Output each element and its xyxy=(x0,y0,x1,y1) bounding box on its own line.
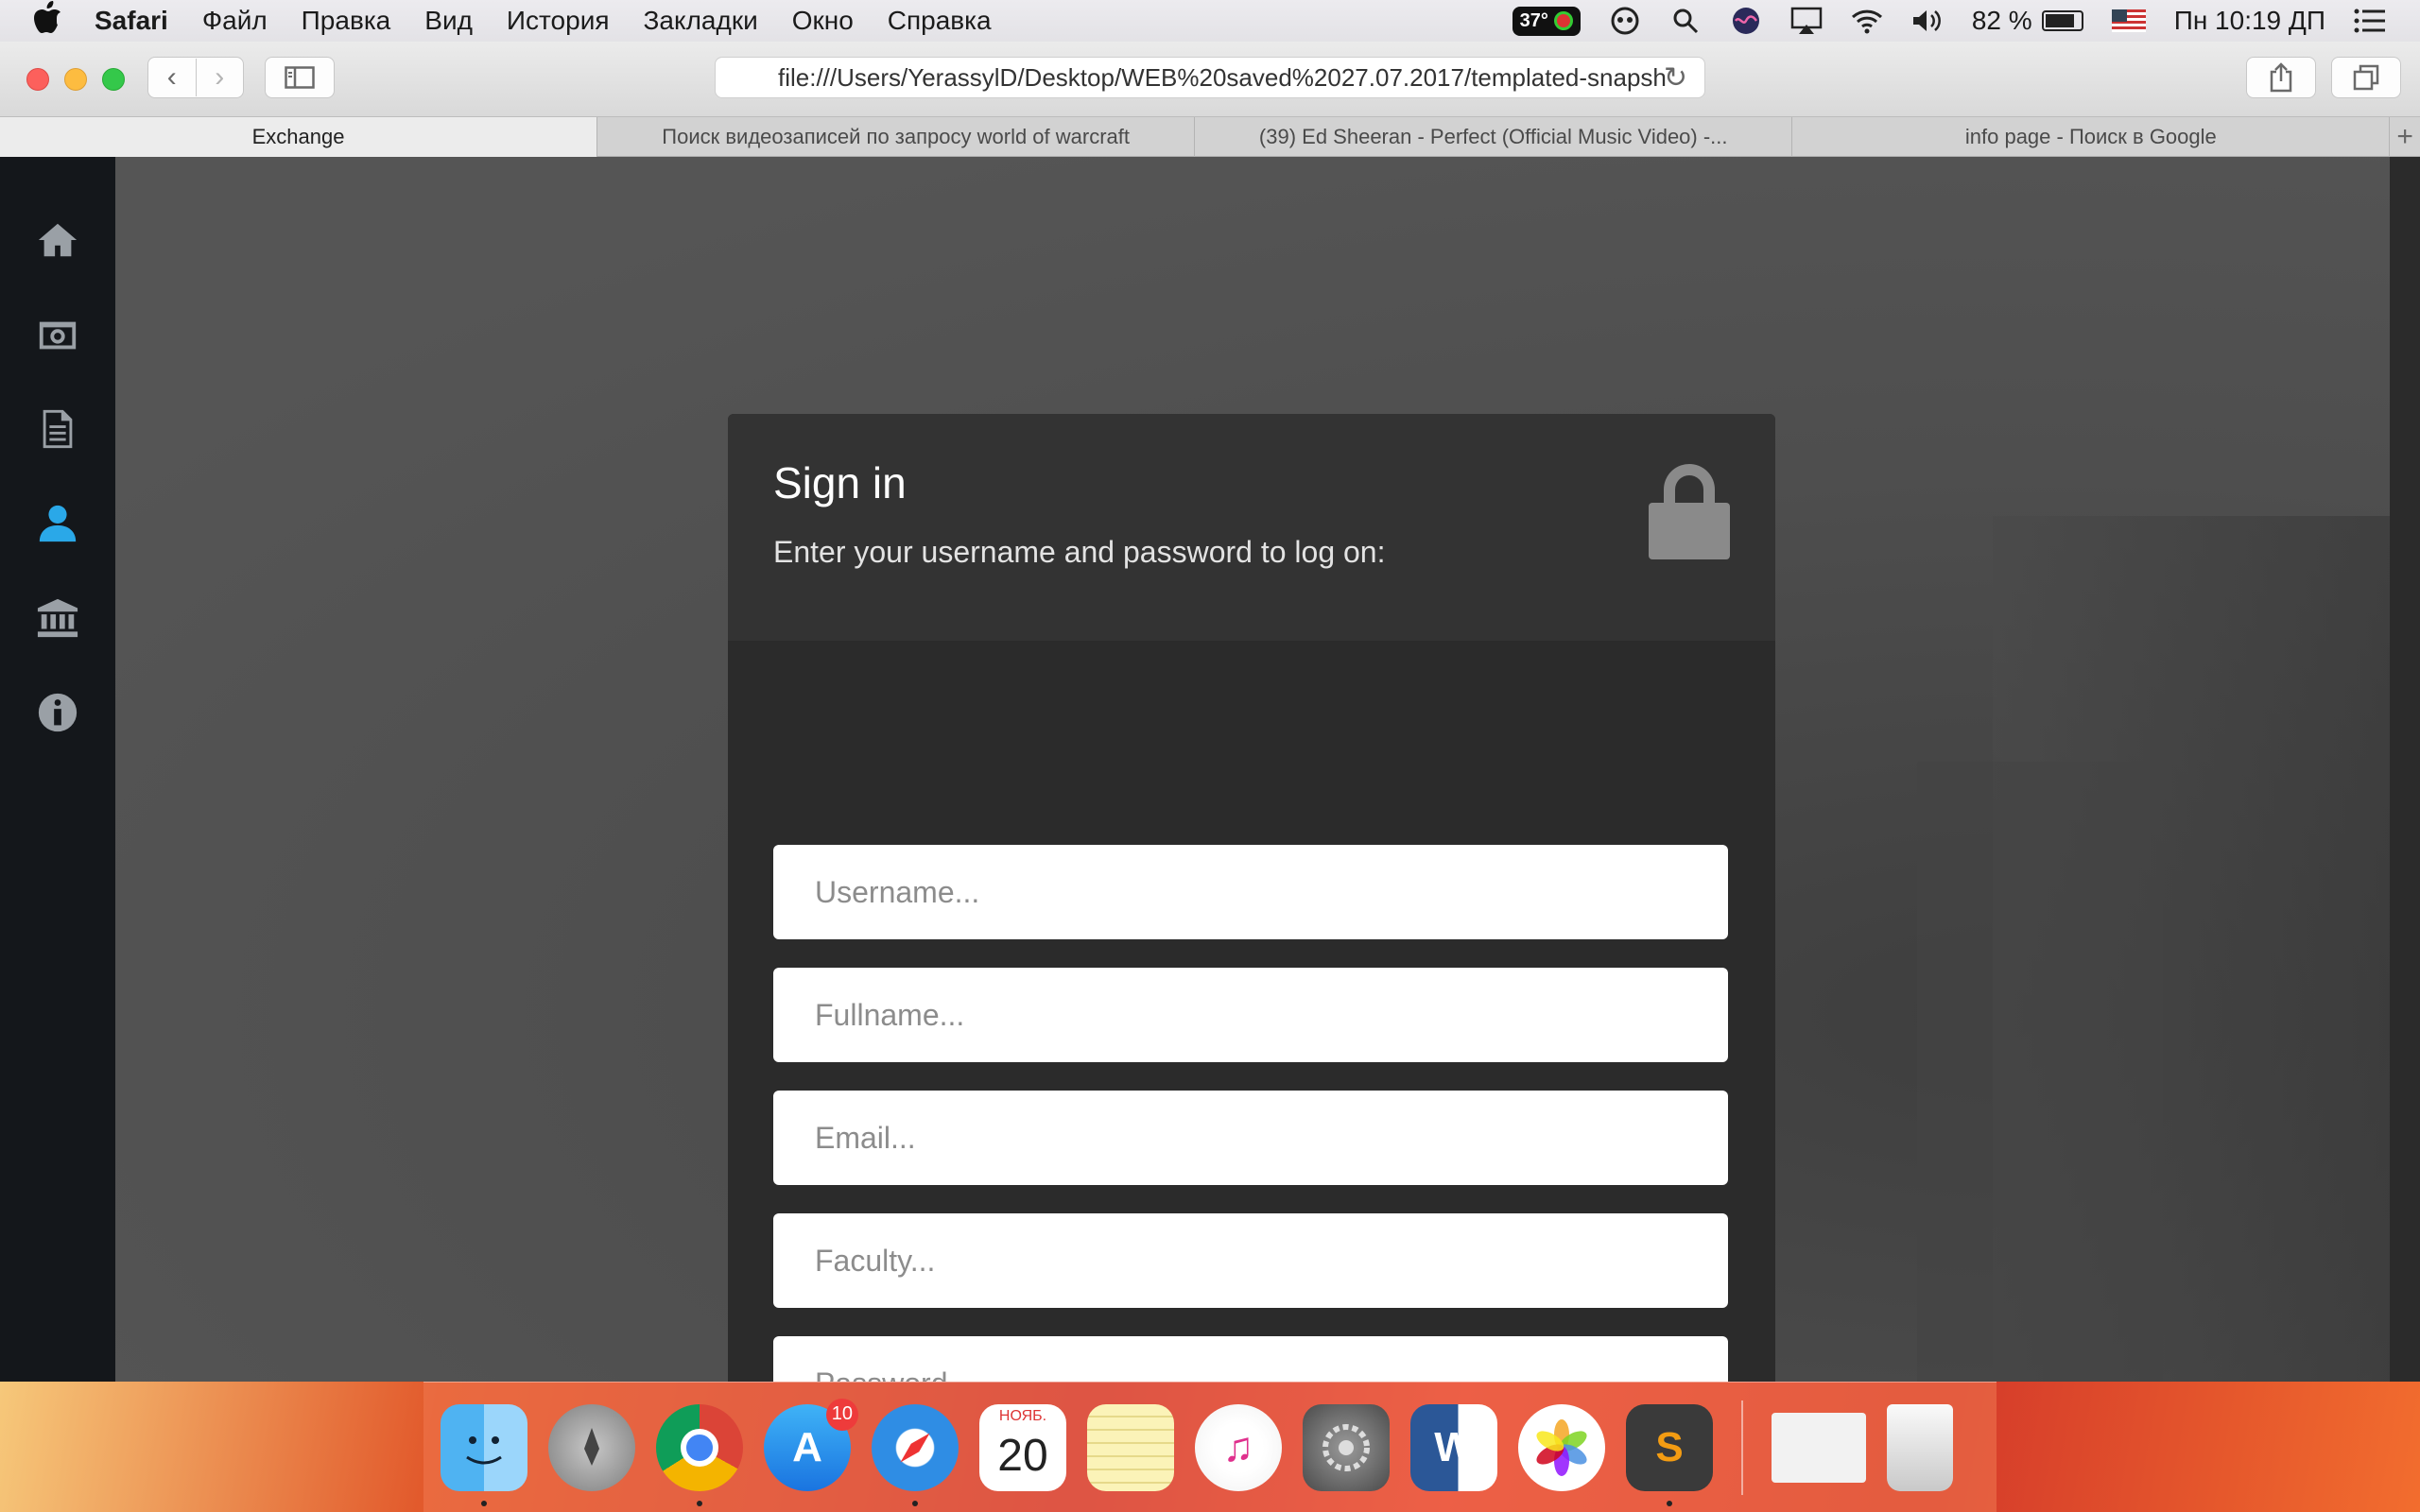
tabs-overview-icon xyxy=(2353,64,2379,91)
wifi-icon[interactable] xyxy=(1851,5,1883,37)
tab-bar: Exchange Поиск видеозаписей по запросу w… xyxy=(0,117,2420,157)
word-icon[interactable]: W xyxy=(1410,1403,1497,1491)
reload-icon[interactable]: ↻ xyxy=(1664,61,1687,94)
temperature-value: 37° xyxy=(1519,9,1548,31)
menu-window[interactable]: Окно xyxy=(792,6,854,36)
spotlight-search-icon[interactable] xyxy=(1669,5,1702,37)
password-input[interactable] xyxy=(773,1336,1728,1382)
info-icon xyxy=(38,693,78,732)
calendar-icon[interactable]: НОЯБ. 20 xyxy=(979,1403,1066,1491)
menu-file[interactable]: Файл xyxy=(202,6,268,36)
input-source-flag-icon[interactable] xyxy=(2111,9,2146,32)
menu-bookmarks[interactable]: Закладки xyxy=(644,6,758,36)
tab-exchange[interactable]: Exchange xyxy=(0,117,598,157)
share-button[interactable] xyxy=(2246,57,2316,98)
tab-ed-sheeran[interactable]: (39) Ed Sheeran - Perfect (Official Musi… xyxy=(1195,117,1793,157)
new-tab-button[interactable]: + xyxy=(2390,117,2420,156)
notes-icon[interactable] xyxy=(1087,1403,1174,1491)
battery-percent: 82 % xyxy=(1971,6,2032,35)
menu-history[interactable]: История xyxy=(507,6,610,36)
nav-item-home[interactable] xyxy=(0,193,115,287)
trash-icon[interactable] xyxy=(1887,1403,1953,1491)
faculty-input[interactable] xyxy=(773,1213,1728,1308)
siri-icon[interactable] xyxy=(1730,5,1762,37)
username-input[interactable] xyxy=(773,845,1728,939)
home-icon xyxy=(38,223,78,257)
safari-icon[interactable] xyxy=(872,1403,959,1506)
show-sidebar-button[interactable] xyxy=(265,57,335,98)
email-input[interactable] xyxy=(773,1091,1728,1185)
signin-subtitle: Enter your username and password to log … xyxy=(773,535,1386,569)
close-window-button[interactable] xyxy=(26,68,49,91)
itunes-icon[interactable]: ♫ xyxy=(1195,1403,1282,1491)
launchpad-icon[interactable] xyxy=(548,1403,635,1491)
finder-icon[interactable] xyxy=(441,1403,527,1506)
minimize-window-button[interactable] xyxy=(64,68,87,91)
menu-bar: Safari Файл Правка Вид История Закладки … xyxy=(0,0,2420,42)
document-icon xyxy=(43,409,73,449)
notification-center-icon[interactable] xyxy=(2354,5,2386,37)
background-building-image-secondary xyxy=(1917,762,2163,1382)
status-dot-icon xyxy=(1553,11,1573,30)
chrome-icon[interactable] xyxy=(656,1403,743,1506)
sublime-text-icon[interactable]: S xyxy=(1626,1403,1713,1506)
airplay-icon[interactable] xyxy=(1790,5,1823,37)
lock-icon xyxy=(1649,464,1730,559)
sidebar-icon xyxy=(285,66,315,89)
menu-view[interactable]: Вид xyxy=(424,6,473,36)
battery-indicator[interactable]: 82 % xyxy=(1972,6,2083,36)
clock[interactable]: Пн 10:19 ДП xyxy=(2174,6,2325,36)
status-area: 37° 82 % Пн 10:19 ДП xyxy=(1512,5,2386,37)
nav-item-info[interactable] xyxy=(0,665,115,760)
signin-card: Sign in Enter your username and password… xyxy=(728,414,1775,1382)
battery-icon xyxy=(2041,10,2083,31)
bank-icon xyxy=(37,598,78,638)
volume-icon[interactable] xyxy=(1911,5,1944,37)
app-store-icon[interactable]: A 10 xyxy=(764,1398,858,1491)
temperature-indicator[interactable]: 37° xyxy=(1512,6,1581,36)
menu-help[interactable]: Справка xyxy=(888,6,992,36)
nav-item-camera[interactable] xyxy=(0,287,115,382)
system-preferences-icon[interactable] xyxy=(1303,1403,1390,1491)
user-icon xyxy=(39,505,77,542)
signin-title: Sign in xyxy=(773,458,907,507)
minimized-window-icon[interactable] xyxy=(1772,1412,1866,1483)
address-bar[interactable]: file:///Users/YerassylD/Desktop/WEB%20sa… xyxy=(715,57,1705,98)
dock-separator xyxy=(1741,1400,1743,1495)
fullscreen-window-button[interactable] xyxy=(102,68,125,91)
navigation-buttons: ‹ › xyxy=(147,57,244,98)
dock: A 10 НОЯБ. 20 ♫ W S xyxy=(424,1382,1996,1512)
vpn-eye-icon[interactable] xyxy=(1609,5,1641,37)
share-icon xyxy=(2270,62,2292,93)
back-button[interactable]: ‹ xyxy=(148,59,197,96)
window-controls xyxy=(26,68,125,91)
nav-item-document[interactable] xyxy=(0,382,115,476)
forward-button[interactable]: › xyxy=(197,59,244,96)
camera-icon xyxy=(39,321,77,350)
nav-item-user[interactable] xyxy=(0,476,115,571)
menu-edit[interactable]: Правка xyxy=(302,6,391,36)
browser-toolbar: ‹ › file:///Users/YerassylD/Desktop/WEB%… xyxy=(0,42,2420,117)
nav-item-bank[interactable] xyxy=(0,571,115,665)
apple-menu-icon[interactable] xyxy=(34,1,76,41)
address-url: file:///Users/YerassylD/Desktop/WEB%20sa… xyxy=(778,62,1667,92)
tab-google-search[interactable]: info page - Поиск в Google xyxy=(1792,117,2391,157)
show-all-tabs-button[interactable] xyxy=(2331,57,2401,98)
app-store-badge: 10 xyxy=(825,1398,858,1431)
calendar-day: 20 xyxy=(997,1431,1048,1481)
signin-card-header: Sign in Enter your username and password… xyxy=(728,414,1775,641)
left-navigation xyxy=(0,157,115,1382)
tab-video-search[interactable]: Поиск видеозаписей по запросу world of w… xyxy=(597,117,1196,157)
fullname-input[interactable] xyxy=(773,968,1728,1062)
calendar-month: НОЯБ. xyxy=(998,1407,1047,1424)
menu-app-safari[interactable]: Safari xyxy=(95,6,168,36)
web-page: Sign in Enter your username and password… xyxy=(0,157,2390,1382)
photos-icon[interactable] xyxy=(1518,1403,1605,1491)
